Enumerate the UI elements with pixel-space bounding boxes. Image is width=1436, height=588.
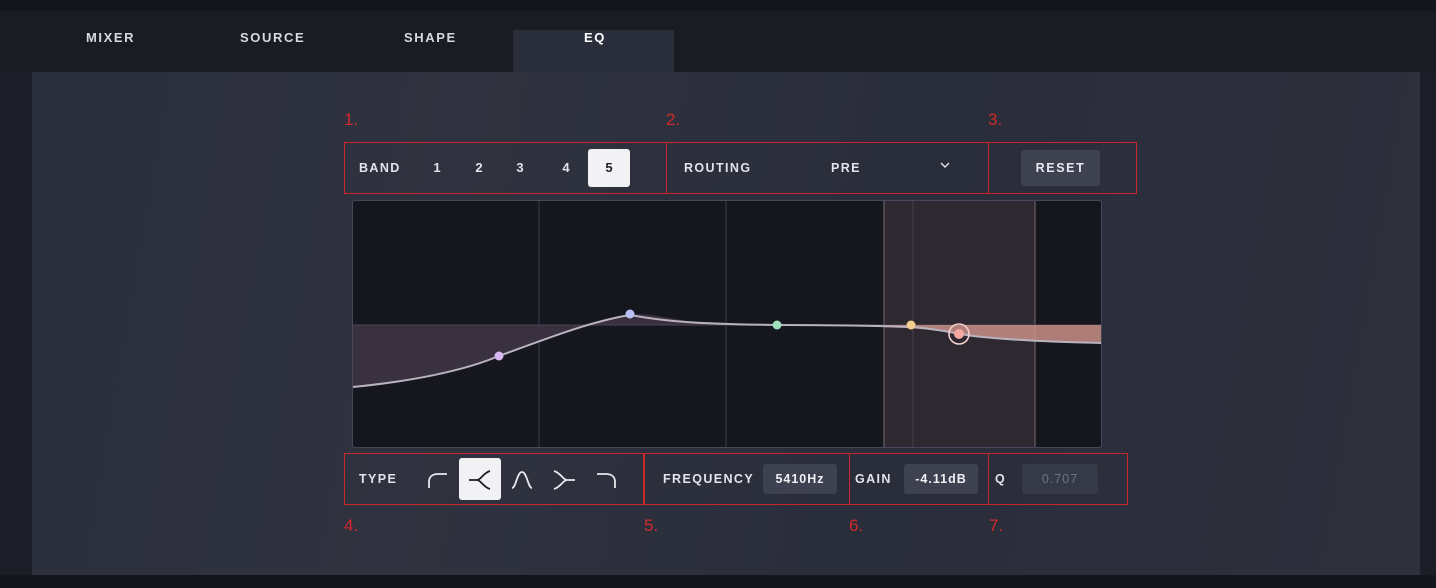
band-button-3[interactable]: 3 <box>508 149 532 187</box>
annotation-1: 1. <box>344 110 359 129</box>
tab-source[interactable]: SOURCE <box>240 30 305 45</box>
annotation-3: 3. <box>988 110 1003 129</box>
low-cut-icon <box>428 473 447 488</box>
q-label: Q <box>995 472 1007 486</box>
tab-bar: MIXER SOURCE SHAPE EQ <box>0 11 1436 72</box>
low-cut-button[interactable] <box>417 458 459 500</box>
band-label: BAND <box>359 161 401 175</box>
high-cut-icon <box>597 473 616 488</box>
type-label: TYPE <box>359 472 398 486</box>
annotation-4: 4. <box>344 516 359 535</box>
high-shelf-icon <box>553 470 575 490</box>
routing-label: ROUTING <box>684 161 752 175</box>
top-border <box>0 0 1436 11</box>
band-node-2[interactable] <box>625 309 635 319</box>
gain-field[interactable]: -4.11dB <box>904 464 978 494</box>
gain-label: GAIN <box>855 472 892 486</box>
chevron-down-icon[interactable] <box>940 160 950 170</box>
band-button-1[interactable]: 1 <box>425 149 449 187</box>
annotation-2: 2. <box>666 110 681 129</box>
annotation-5: 5. <box>644 516 659 535</box>
frequency-label: FREQUENCY <box>663 472 755 486</box>
band-node-5[interactable] <box>954 329 964 339</box>
band-node-1[interactable] <box>494 351 504 361</box>
frequency-field[interactable]: 5410Hz <box>763 464 837 494</box>
reset-button[interactable]: RESET <box>1021 150 1100 186</box>
routing-select-value[interactable]: PRE <box>831 161 861 175</box>
bottom-border <box>0 575 1436 588</box>
annotation-6: 6. <box>849 516 864 535</box>
band-node-3[interactable] <box>772 320 782 330</box>
high-cut-button[interactable] <box>585 458 627 500</box>
bell-icon <box>511 471 533 489</box>
band-button-5[interactable]: 5 <box>588 149 630 187</box>
bell-button[interactable] <box>501 458 543 500</box>
low-shelf-button[interactable] <box>459 458 501 500</box>
high-shelf-button[interactable] <box>543 458 585 500</box>
tab-mixer[interactable]: MIXER <box>86 30 135 45</box>
band-button-2[interactable]: 2 <box>467 149 491 187</box>
low-shelf-icon <box>469 470 491 490</box>
band-button-4[interactable]: 4 <box>554 149 578 187</box>
band-node-4[interactable] <box>906 320 916 330</box>
q-field[interactable]: 0.707 <box>1022 464 1098 494</box>
tab-eq[interactable]: EQ <box>584 30 606 45</box>
eq-graph[interactable] <box>352 200 1102 448</box>
tab-shape[interactable]: SHAPE <box>404 30 457 45</box>
annotation-7: 7. <box>989 516 1004 535</box>
